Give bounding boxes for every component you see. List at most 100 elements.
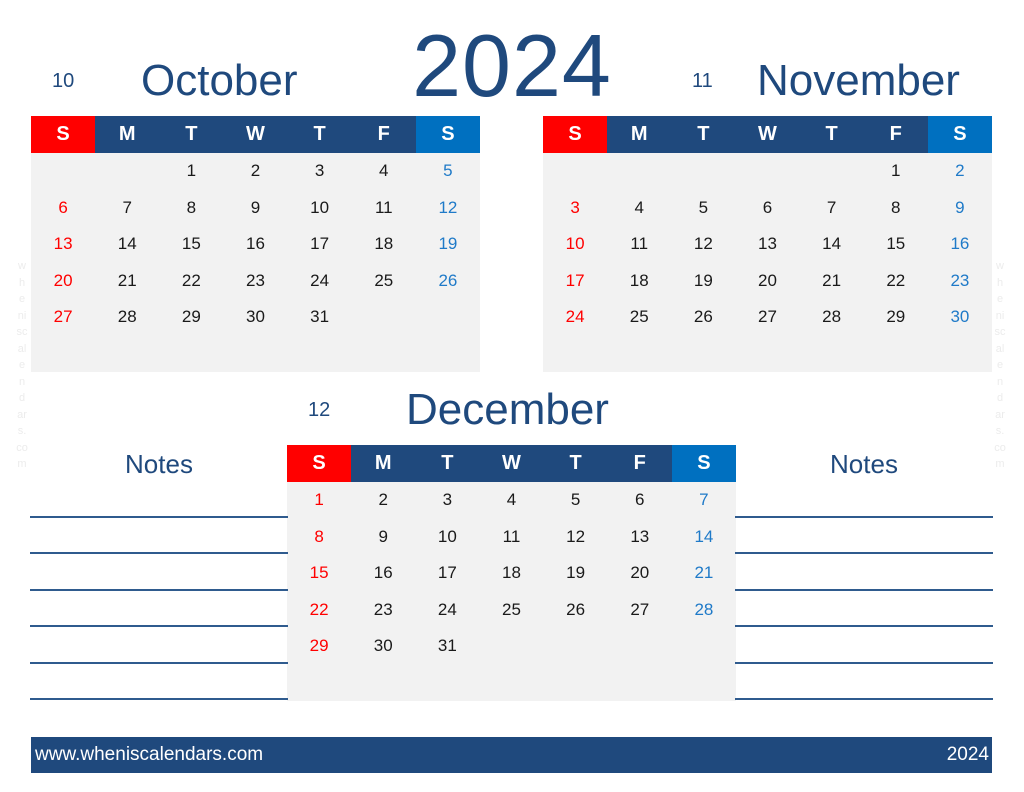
day-cell: 29 bbox=[886, 307, 906, 327]
day-cell: 31 bbox=[310, 307, 330, 327]
day-cell: 10 bbox=[437, 526, 457, 546]
day-cell: 28 bbox=[117, 307, 137, 327]
day-cell: 2 bbox=[250, 161, 261, 181]
day-cell: 28 bbox=[822, 307, 842, 327]
note-line bbox=[30, 516, 288, 518]
empty-day-cell bbox=[800, 336, 864, 373]
day-cell: 6 bbox=[635, 490, 645, 510]
empty-day-cell bbox=[671, 336, 735, 373]
calendar-grid: 1 2 3 4 5 6 7 8 9 10 11 12 13 14 15 16 17 18 19 20 21 22 23 24 2… bbox=[287, 482, 736, 701]
day-cell: 29 bbox=[181, 307, 201, 327]
day-cell: 5 bbox=[570, 490, 581, 510]
weekday-header-sunday: S bbox=[543, 116, 608, 153]
december-calendar: S M T W T F S 1 2 3 4 5 6 7 8 9 10 11 12 13 14 15 16 17 18 19 20 21… bbox=[287, 445, 736, 701]
weekday-header-saturday: S bbox=[671, 445, 736, 482]
october-calendar: S M T W T F S 1 2 3 4 5 6 7 8 9 10 11 12 13 14 15 16 17 18 19 20 21… bbox=[31, 116, 480, 372]
weekday-header-sunday: S bbox=[287, 445, 352, 482]
day-cell: 23 bbox=[246, 270, 265, 290]
day-cell: 31 bbox=[437, 636, 457, 656]
note-line bbox=[30, 698, 288, 700]
footer-bar: www.wheniscalendars.com 2024 bbox=[31, 737, 992, 773]
week-row: 12 bbox=[543, 153, 992, 190]
day-cell: 1 bbox=[891, 161, 901, 181]
day-cell: 6 bbox=[762, 197, 773, 217]
calendar-grid: 1 2 3 4 5 6 7 8 9 10 11 12 13 14 15 16 17 18 19 20 21 22 23 24 2… bbox=[31, 153, 480, 372]
note-line bbox=[735, 662, 993, 664]
weekday-header-tuesday: T bbox=[159, 116, 224, 153]
november-calendar: S M T W T F S 1 2 3 4 5 6 7 8 9 10 11 12 13 14 15 16 17 18 19 20 21… bbox=[543, 116, 992, 372]
day-cell: 18 bbox=[629, 270, 649, 290]
note-line bbox=[30, 662, 288, 664]
note-line bbox=[30, 625, 288, 627]
empty-day-cell bbox=[543, 336, 607, 373]
day-cell: 8 bbox=[186, 197, 197, 217]
day-cell: 19 bbox=[566, 563, 586, 583]
empty-day-cell bbox=[671, 153, 735, 190]
empty-day-cell bbox=[416, 299, 480, 336]
week-row: 3 4 5 6 7 8 9 bbox=[543, 190, 992, 227]
weekday-header-thursday: T bbox=[799, 116, 864, 153]
day-cell: 22 bbox=[309, 599, 329, 619]
day-cell: 22 bbox=[886, 270, 906, 290]
day-cell: 24 bbox=[437, 599, 457, 619]
empty-day-cell bbox=[352, 336, 416, 373]
day-cell: 30 bbox=[373, 636, 393, 656]
week-row: 24 25 26 27 28 29 30 bbox=[543, 299, 992, 336]
day-cell: 30 bbox=[246, 307, 265, 327]
footer-year: 2024 bbox=[946, 744, 989, 765]
day-cell: 11 bbox=[374, 197, 393, 217]
day-cell: 21 bbox=[694, 563, 714, 583]
week-row: 13 14 15 16 17 18 19 bbox=[31, 226, 480, 263]
day-cell: 27 bbox=[53, 307, 73, 327]
weekday-header-friday: F bbox=[351, 116, 416, 153]
empty-day-cell bbox=[287, 665, 351, 702]
week-row: 22 23 24 25 26 27 28 bbox=[287, 592, 736, 629]
day-cell: 25 bbox=[629, 307, 649, 327]
day-cell: 24 bbox=[565, 307, 585, 327]
weekday-header-tuesday: T bbox=[671, 116, 736, 153]
day-cell: 29 bbox=[309, 636, 329, 656]
empty-day-cell bbox=[735, 336, 799, 373]
day-cell: 2 bbox=[955, 161, 965, 181]
footer-website-link[interactable]: www.wheniscalendars.com bbox=[35, 744, 263, 766]
day-cell: 15 bbox=[309, 563, 329, 583]
empty-day-cell bbox=[543, 153, 607, 190]
day-cell: 12 bbox=[693, 234, 713, 254]
day-cell: 11 bbox=[502, 526, 521, 546]
empty-day-cell bbox=[800, 153, 864, 190]
empty-day-cell bbox=[351, 665, 415, 702]
day-cell: 28 bbox=[694, 599, 714, 619]
weekday-header-wednesday: W bbox=[479, 445, 544, 482]
day-cell: 4 bbox=[506, 490, 517, 510]
day-cell: 16 bbox=[246, 234, 265, 254]
note-line bbox=[735, 698, 993, 700]
day-cell: 8 bbox=[891, 197, 901, 217]
empty-day-cell bbox=[159, 336, 223, 373]
day-cell: 25 bbox=[374, 270, 394, 290]
weekday-header-wednesday: W bbox=[223, 116, 288, 153]
day-cell: 25 bbox=[502, 599, 521, 619]
weekday-header-monday: M bbox=[95, 116, 160, 153]
weekday-header-tuesday: T bbox=[415, 445, 480, 482]
empty-day-cell bbox=[607, 153, 671, 190]
weekday-header-sunday: S bbox=[31, 116, 96, 153]
week-row: 15 16 17 18 19 20 21 bbox=[287, 555, 736, 592]
weekday-header-row: SMTWTFS bbox=[287, 445, 736, 482]
day-cell: 20 bbox=[630, 563, 650, 583]
day-cell: 17 bbox=[437, 563, 457, 583]
day-cell: 10 bbox=[310, 197, 330, 217]
empty-day-cell bbox=[544, 628, 608, 665]
weekday-header-wednesday: W bbox=[735, 116, 800, 153]
december-month-number: 12 bbox=[308, 399, 331, 421]
weekday-header-friday: F bbox=[863, 116, 928, 153]
day-cell: 17 bbox=[565, 270, 585, 290]
day-cell: 26 bbox=[693, 307, 713, 327]
empty-day-cell bbox=[864, 336, 928, 373]
day-cell: 18 bbox=[502, 563, 521, 583]
day-cell: 10 bbox=[565, 234, 585, 254]
empty-day-cell bbox=[608, 665, 672, 702]
notes-title-right: Notes bbox=[830, 449, 898, 479]
day-cell: 3 bbox=[570, 197, 580, 217]
empty-day-cell bbox=[607, 336, 671, 373]
empty-day-cell bbox=[95, 336, 159, 373]
